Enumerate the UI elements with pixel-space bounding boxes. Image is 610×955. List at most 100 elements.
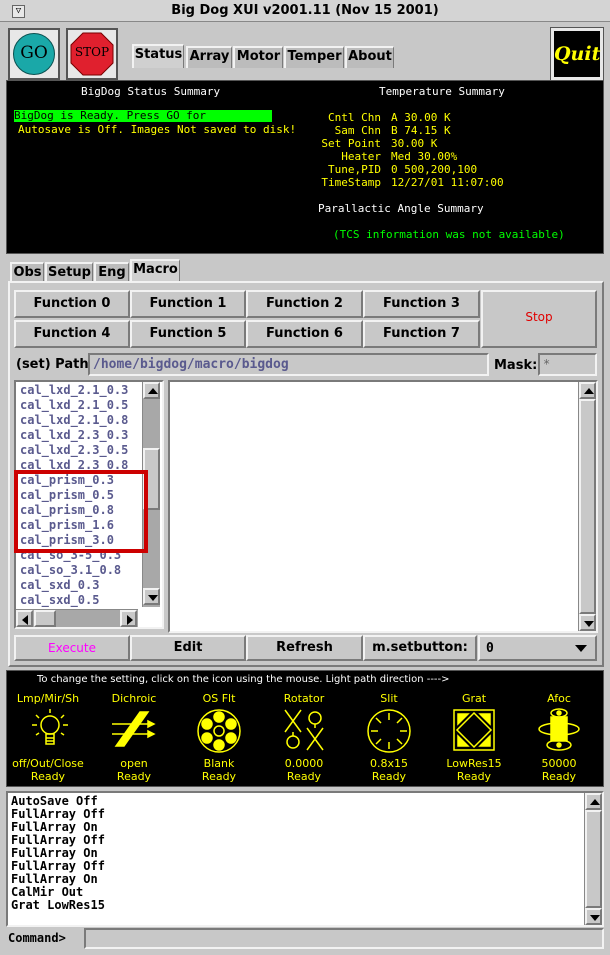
- window-title: Big Dog XUI v2001.11 (Nov 15 2001): [171, 3, 439, 18]
- text-area-vscrollbar[interactable]: [578, 382, 596, 631]
- mechanism-hint: To change the setting, click on the icon…: [37, 674, 450, 685]
- stop-button[interactable]: STOP: [66, 28, 118, 80]
- temp-label-sam: Sam Chn: [334, 124, 381, 137]
- function-1-button[interactable]: Function 1: [130, 290, 246, 318]
- stop-label: STOP: [74, 45, 110, 59]
- temp-label-timestamp: TimeStamp: [321, 176, 381, 189]
- tab-array[interactable]: Array: [186, 46, 232, 68]
- tab-temper[interactable]: Temper: [284, 46, 344, 68]
- scroll-up-button[interactable]: [585, 793, 602, 810]
- function-5-button[interactable]: Function 5: [130, 320, 246, 348]
- scroll-up-button[interactable]: [579, 382, 596, 399]
- log-area[interactable]: AutoSave Off FullArray Off FullArray On …: [6, 791, 604, 927]
- hscroll-thumb[interactable]: [34, 610, 56, 627]
- temp-value-setpoint: 30.00 K: [391, 137, 438, 150]
- arrow-down-icon: [148, 595, 158, 601]
- rotator-icon[interactable]: [281, 708, 327, 754]
- go-label: GO: [20, 43, 48, 63]
- path-label[interactable]: (set) Path:: [16, 357, 94, 372]
- log-line: FullArray On: [11, 872, 98, 886]
- list-item[interactable]: cal_sxd_0.3: [20, 578, 99, 593]
- function-2-button[interactable]: Function 2: [246, 290, 363, 318]
- scroll-thumb[interactable]: [585, 810, 602, 908]
- mech-status-lamp: Ready: [30, 770, 66, 783]
- scroll-up-button[interactable]: [143, 382, 160, 399]
- function-3-button[interactable]: Function 3: [363, 290, 480, 318]
- log-vscrollbar[interactable]: [584, 793, 602, 925]
- list-item[interactable]: cal_lxd_2.3_0.3: [20, 428, 128, 443]
- mech-name-rotator: Rotator: [283, 692, 325, 705]
- mech-value-grat: LowRes15: [446, 757, 502, 770]
- subtab-macro[interactable]: Macro: [130, 259, 180, 281]
- mech-name-slit: Slit: [380, 692, 398, 705]
- tab-motor[interactable]: Motor: [233, 46, 283, 68]
- msetbutton-select[interactable]: 0: [478, 635, 597, 661]
- dichroic-icon[interactable]: [110, 708, 158, 754]
- mech-name-lamp: Lmp/Mir/Sh: [16, 692, 80, 705]
- tab-about[interactable]: About: [345, 46, 394, 68]
- arrow-up-icon: [148, 388, 158, 394]
- mech-value-lamp: off/Out/Close: [12, 757, 84, 770]
- temp-label-cntl: Cntl Chn: [328, 111, 381, 124]
- selection-highlight-box: [14, 470, 148, 553]
- arrow-down-icon: [584, 621, 594, 627]
- scroll-down-button[interactable]: [579, 614, 596, 631]
- tcs-message: (TCS information was not available): [333, 228, 565, 241]
- arrow-up-icon: [590, 799, 600, 805]
- go-button[interactable]: GO: [8, 28, 60, 80]
- list-item[interactable]: cal_lxd_2.1_0.3: [20, 383, 128, 398]
- list-item[interactable]: cal_lxd_2.1_0.5: [20, 398, 128, 413]
- subtab-obs[interactable]: Obs: [10, 262, 44, 281]
- grating-icon[interactable]: [452, 708, 496, 752]
- mechanism-panel: To change the setting, click on the icon…: [6, 670, 604, 787]
- tab-status[interactable]: Status: [132, 44, 184, 68]
- execute-button[interactable]: Execute: [14, 635, 130, 661]
- scroll-down-button[interactable]: [585, 908, 602, 925]
- function-0-button[interactable]: Function 0: [14, 290, 130, 318]
- mask-value: *: [543, 357, 551, 371]
- mech-status-osflt: Ready: [201, 770, 237, 783]
- mech-name-osflt: OS Flt: [202, 692, 236, 705]
- list-item[interactable]: cal_sxd_0.5: [20, 593, 99, 607]
- mech-value-afoc: 50000: [541, 757, 577, 770]
- quit-label: Quit: [554, 43, 601, 65]
- mech-value-slit: 0.8x15: [369, 757, 408, 770]
- mech-value-osflt: Blank: [203, 757, 235, 770]
- msetbutton-label: m.setbutton:: [363, 635, 477, 661]
- arrow-up-icon: [584, 388, 594, 394]
- refresh-button[interactable]: Refresh: [246, 635, 363, 661]
- function-4-button[interactable]: Function 4: [14, 320, 130, 348]
- command-input[interactable]: [84, 928, 604, 949]
- list-item[interactable]: cal_so_3.1_0.8: [20, 563, 121, 578]
- list-item[interactable]: cal_lxd_2.3_0.5: [20, 443, 128, 458]
- status-panel: BigDog Status Summary BigDog is Ready. P…: [6, 80, 604, 254]
- scroll-left-button[interactable]: [16, 610, 33, 627]
- mask-input[interactable]: *: [538, 353, 597, 376]
- filter-wheel-icon[interactable]: [196, 708, 242, 754]
- list-item[interactable]: cal_lxd_2.1_0.8: [20, 413, 128, 428]
- file-list-hscrollbar[interactable]: [16, 609, 138, 627]
- path-input[interactable]: /home/bigdog/macro/bigdog: [88, 353, 489, 376]
- slit-wheel-icon[interactable]: [366, 708, 412, 754]
- arrow-down-icon: [590, 915, 600, 921]
- afocal-icon[interactable]: [537, 705, 581, 755]
- macro-stop-button[interactable]: Stop: [481, 290, 597, 348]
- lamp-icon[interactable]: [28, 707, 72, 753]
- function-7-button[interactable]: Function 7: [363, 320, 480, 348]
- mech-status-afoc: Ready: [541, 770, 577, 783]
- mech-status-dichroic: Ready: [116, 770, 152, 783]
- function-6-button[interactable]: Function 6: [246, 320, 363, 348]
- log-line: Grat LowRes15: [11, 898, 105, 912]
- path-value: /home/bigdog/macro/bigdog: [93, 357, 289, 372]
- scroll-thumb[interactable]: [579, 399, 596, 614]
- macro-text-area[interactable]: [168, 380, 598, 633]
- temp-label-tune: Tune,PID: [328, 163, 381, 176]
- main-tabs: Status Array Motor Temper About: [132, 44, 394, 68]
- quit-button[interactable]: Quit: [550, 27, 604, 81]
- execute-label: Execute: [48, 641, 96, 655]
- scroll-down-button[interactable]: [143, 588, 160, 605]
- subtab-setup[interactable]: Setup: [45, 262, 93, 281]
- edit-button[interactable]: Edit: [130, 635, 246, 661]
- scroll-right-button[interactable]: [120, 610, 137, 627]
- subtab-eng[interactable]: Eng: [94, 262, 129, 281]
